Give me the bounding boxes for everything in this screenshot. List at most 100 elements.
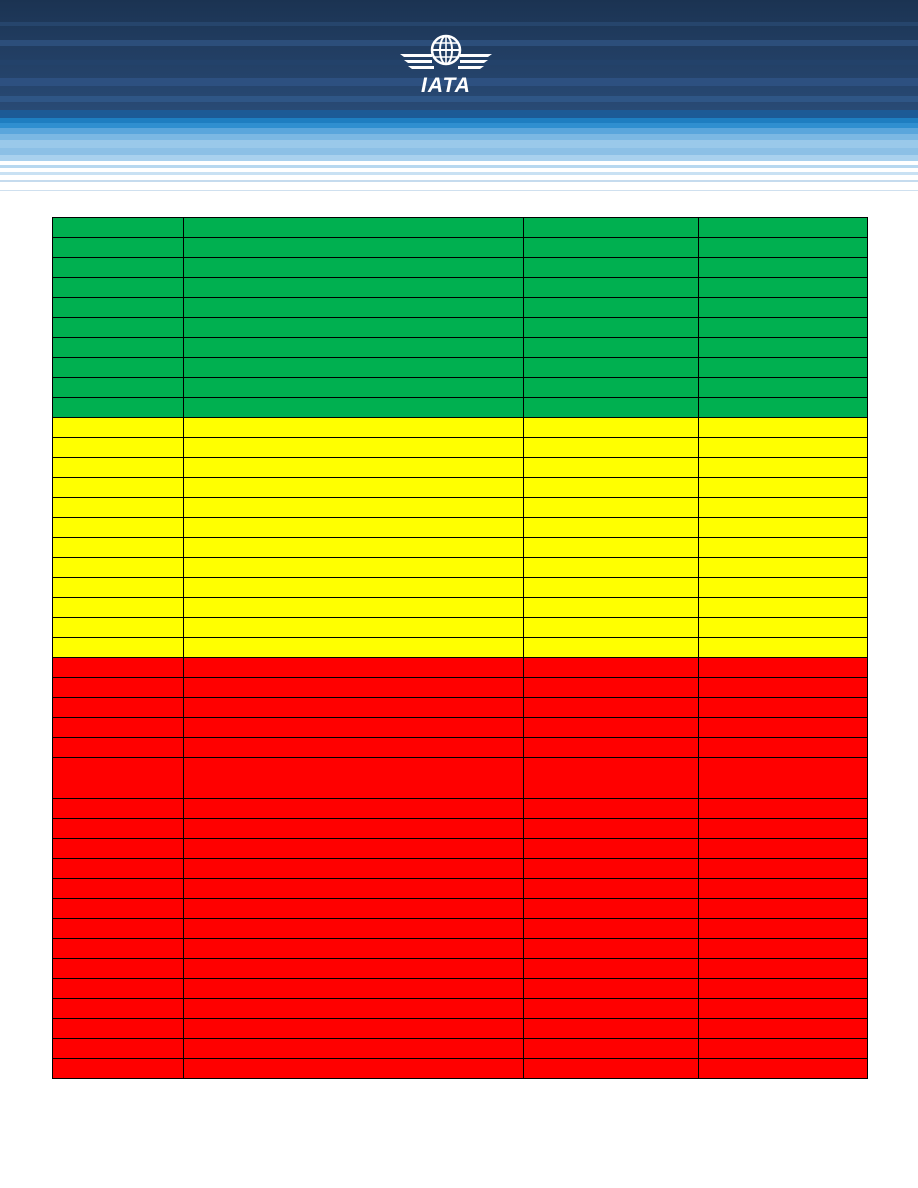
table-cell xyxy=(523,357,699,378)
table-cell xyxy=(523,517,699,538)
table-cell xyxy=(523,637,699,658)
table-row xyxy=(52,257,868,278)
table-row xyxy=(52,798,868,819)
table-cell xyxy=(183,597,524,618)
table-cell xyxy=(183,918,524,939)
table-cell xyxy=(523,918,699,939)
table-cell xyxy=(183,697,524,718)
table-cell xyxy=(698,417,868,438)
table-cell xyxy=(523,337,699,358)
table-cell xyxy=(523,477,699,498)
table-row xyxy=(52,497,868,518)
table-cell xyxy=(52,998,184,1019)
table-cell xyxy=(698,938,868,959)
table-cell xyxy=(52,617,184,638)
table-cell xyxy=(183,417,524,438)
status-table-body xyxy=(52,217,868,1079)
table-row xyxy=(52,1038,868,1059)
table-cell xyxy=(698,617,868,638)
table-cell xyxy=(183,858,524,879)
table-cell xyxy=(523,737,699,758)
table-cell xyxy=(523,377,699,398)
table-cell xyxy=(523,397,699,418)
table-cell xyxy=(52,557,184,578)
table-row xyxy=(52,377,868,398)
table-cell xyxy=(52,898,184,919)
table-row xyxy=(52,477,868,498)
table-cell xyxy=(698,697,868,718)
table-cell xyxy=(183,617,524,638)
table-cell xyxy=(52,677,184,698)
table-cell xyxy=(183,737,524,758)
table-cell xyxy=(523,497,699,518)
table-cell xyxy=(52,397,184,418)
table-row xyxy=(52,597,868,618)
table-row xyxy=(52,998,868,1019)
table-cell xyxy=(183,377,524,398)
table-cell xyxy=(523,657,699,678)
table-cell xyxy=(183,757,524,799)
table-cell xyxy=(52,457,184,478)
table-cell xyxy=(523,1038,699,1059)
table-cell xyxy=(698,477,868,498)
table-cell xyxy=(698,397,868,418)
status-table xyxy=(52,217,868,1079)
table-cell xyxy=(183,397,524,418)
table-cell xyxy=(698,257,868,278)
table-row xyxy=(52,397,868,418)
table-cell xyxy=(698,297,868,318)
table-row xyxy=(52,918,868,939)
table-row xyxy=(52,337,868,358)
table-cell xyxy=(523,818,699,839)
table-cell xyxy=(52,878,184,899)
table-cell xyxy=(523,277,699,298)
table-cell xyxy=(523,1018,699,1039)
table-cell xyxy=(523,717,699,738)
table-cell xyxy=(52,838,184,859)
table-cell xyxy=(523,858,699,879)
table-cell xyxy=(183,277,524,298)
table-cell xyxy=(698,457,868,478)
table-cell xyxy=(523,898,699,919)
table-cell xyxy=(52,517,184,538)
table-row xyxy=(52,657,868,678)
table-cell xyxy=(698,377,868,398)
table-cell xyxy=(698,978,868,999)
table-cell xyxy=(698,277,868,298)
table-cell xyxy=(183,938,524,959)
table-row xyxy=(52,697,868,718)
table-cell xyxy=(52,237,184,258)
table-row xyxy=(52,417,868,438)
table-cell xyxy=(698,657,868,678)
table-row xyxy=(52,737,868,758)
table-row xyxy=(52,898,868,919)
table-cell xyxy=(52,217,184,238)
page-header-banner: IATA xyxy=(0,0,918,192)
table-cell xyxy=(183,217,524,238)
table-cell xyxy=(183,437,524,458)
table-cell xyxy=(523,457,699,478)
table-cell xyxy=(523,938,699,959)
table-cell xyxy=(52,377,184,398)
table-cell xyxy=(52,577,184,598)
table-cell xyxy=(698,517,868,538)
table-cell xyxy=(698,557,868,578)
table-cell xyxy=(698,1018,868,1039)
table-cell xyxy=(523,577,699,598)
table-cell xyxy=(698,898,868,919)
table-cell xyxy=(698,497,868,518)
table-cell xyxy=(523,978,699,999)
table-row xyxy=(52,237,868,258)
table-cell xyxy=(183,958,524,979)
table-cell xyxy=(183,1058,524,1079)
table-cell xyxy=(52,537,184,558)
table-cell xyxy=(698,357,868,378)
table-cell xyxy=(183,798,524,819)
table-cell xyxy=(183,357,524,378)
table-cell xyxy=(183,1038,524,1059)
table-cell xyxy=(183,317,524,338)
table-cell xyxy=(52,297,184,318)
table-cell xyxy=(523,437,699,458)
table-row xyxy=(52,557,868,578)
table-row xyxy=(52,277,868,298)
